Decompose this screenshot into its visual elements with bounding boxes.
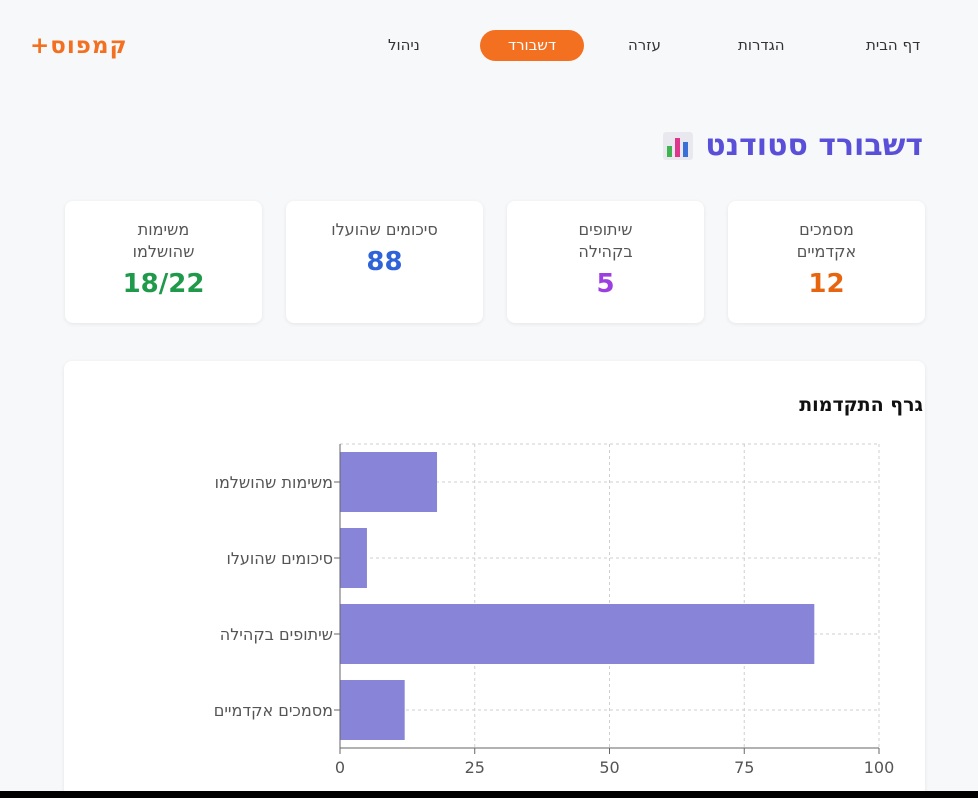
chart-bar [340, 528, 367, 588]
x-tick-label: 50 [599, 758, 619, 777]
nav-item-settings[interactable]: הגדרות [738, 36, 785, 54]
y-tick-label: שיתופים בקהילה [220, 625, 333, 644]
x-tick-label: 100 [864, 758, 895, 777]
stat-label: מסמכים [799, 220, 854, 239]
stat-card-uploaded-summaries: סיכומים שהועלו 88 [286, 201, 483, 323]
stat-value: 88 [366, 247, 403, 277]
stat-label: שיתופים [578, 220, 633, 239]
x-tick-label: 75 [734, 758, 754, 777]
nav-item-help[interactable]: עזרה [628, 36, 661, 54]
chart-title: גרף התקדמות [799, 394, 923, 416]
stat-label: בקהילה [578, 242, 633, 261]
stat-value: 18/22 [122, 269, 205, 299]
stat-card-community-shares: שיתופים בקהילה 5 [507, 201, 704, 323]
progress-chart: משימות שהושלמו סיכומים שהועלו שיתופים בקהי… [214, 443, 895, 777]
stat-value: 12 [808, 269, 845, 299]
nav-item-home[interactable]: דף הבית [866, 36, 920, 54]
y-tick-label: משימות שהושלמו [215, 473, 333, 492]
page-title: דשבורד סטודנט [663, 128, 923, 163]
stat-card-completed-tasks: משימות שהושלמו 18/22 [65, 201, 262, 323]
chart-bar [340, 452, 438, 512]
bar-chart-icon [663, 131, 694, 160]
chart-bar [340, 604, 815, 664]
stat-value: 5 [596, 269, 615, 299]
stat-card-academic-docs: מסמכים אקדמיים 12 [728, 201, 925, 323]
nav-item-dashboard[interactable]: דשבורד [480, 30, 584, 61]
stat-label: סיכומים שהועלו [331, 220, 438, 239]
bottom-border [0, 791, 978, 798]
stat-label: משימות [137, 220, 190, 239]
y-tick-label: מסמכים אקדמיים [214, 701, 333, 720]
nav-item-admin[interactable]: ניהול [388, 36, 420, 54]
stat-label: אקדמיים [796, 242, 857, 261]
y-tick-label: סיכומים שהועלו [226, 549, 333, 568]
chart-bar [340, 680, 405, 740]
top-navbar: דף הבית הגדרות עזרה דשבורד ניהול +קמפוס [0, 0, 978, 90]
x-tick-label: 25 [465, 758, 485, 777]
app-logo[interactable]: +קמפוס [30, 33, 128, 59]
page-title-text: דשבורד סטודנט [705, 128, 923, 163]
stat-label: שהושלמו [132, 242, 195, 261]
x-tick-label: 0 [335, 758, 345, 777]
